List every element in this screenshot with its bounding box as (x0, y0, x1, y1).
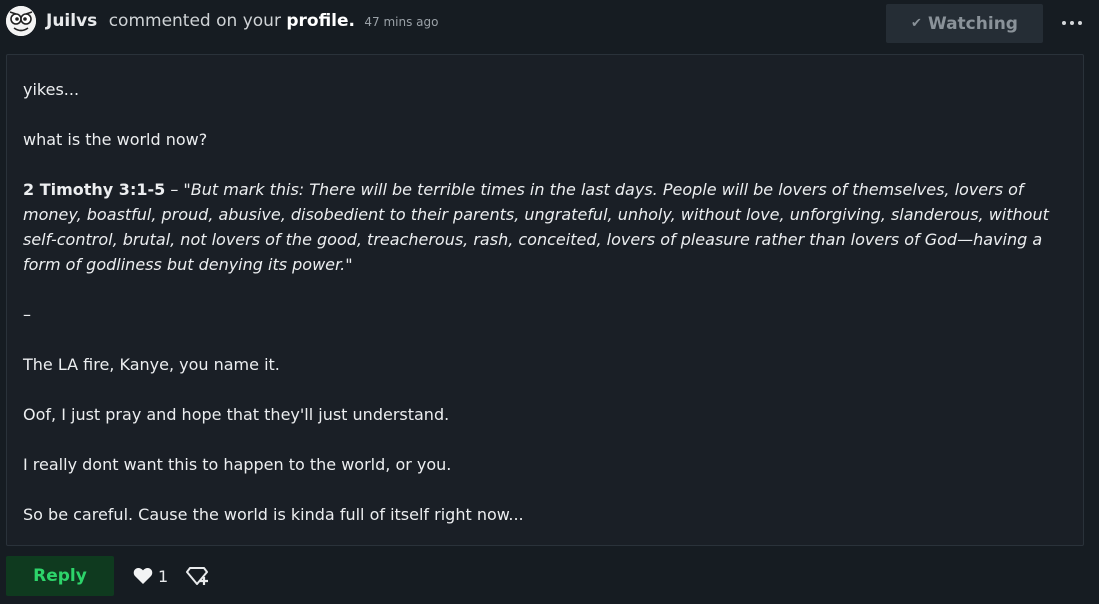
give-award-button[interactable] (186, 565, 210, 587)
watching-button[interactable]: ✔ Watching (886, 4, 1043, 43)
comment-text: yikes... what is the world now? 2 Timoth… (23, 77, 1073, 552)
verse-reference: 2 Timothy 3:1-5 (23, 180, 166, 199)
timestamp: 47 mins ago (364, 15, 439, 29)
watching-label: Watching (927, 13, 1018, 34)
favourite-button[interactable]: 1 (133, 565, 168, 587)
avatar-face-icon (6, 6, 36, 36)
more-dot (1070, 21, 1074, 25)
favourite-count: 1 (158, 566, 169, 586)
comment-meta: Juilvs commented on your profile. 47 min… (46, 10, 439, 33)
comment-line: Oof, I just pray and hope that they'll j… (23, 405, 450, 424)
comment-separator: – (23, 305, 31, 324)
comment-line: yikes... (23, 80, 80, 99)
comment-line: So be careful. Cause the world is kinda … (23, 505, 524, 524)
more-dot (1078, 21, 1082, 25)
heart-icon (133, 567, 153, 584)
comment-body: yikes... what is the world now? 2 Timoth… (6, 54, 1084, 546)
reply-button[interactable]: Reply (6, 556, 114, 596)
comment-line: I really dont want this to happen to the… (23, 455, 452, 474)
comment-header: Juilvs commented on your profile. 47 min… (0, 0, 1099, 48)
more-dots-icon (1062, 21, 1066, 25)
comment-line: what is the world now? (23, 130, 208, 149)
profile-link[interactable]: profile. (286, 11, 355, 31)
action-text: commented on your (108, 11, 281, 31)
check-icon: ✔ (911, 16, 922, 31)
verse-paragraph: 2 Timothy 3:1-5 – "But mark this: There … (23, 177, 1073, 277)
comment-line: The LA fire, Kanye, you name it. (23, 355, 280, 374)
comment-page: Juilvs commented on your profile. 47 min… (0, 0, 1099, 604)
more-options-button[interactable] (1055, 12, 1089, 34)
avatar[interactable] (6, 6, 36, 36)
username-link[interactable]: Juilvs (46, 11, 97, 31)
verse-separator: – (165, 180, 184, 199)
gift-icon (186, 567, 208, 585)
